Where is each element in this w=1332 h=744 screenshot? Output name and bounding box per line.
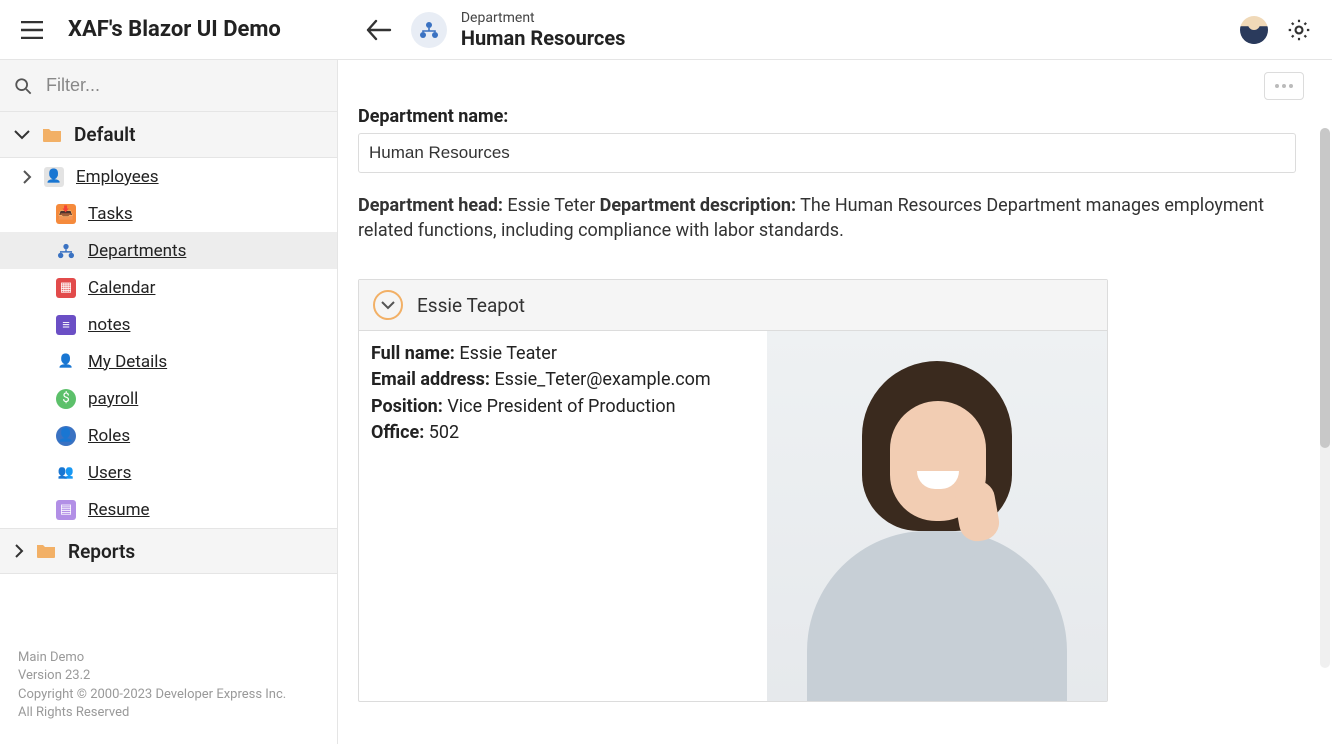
settings-button[interactable] xyxy=(1286,17,1312,43)
group-reports[interactable]: Reports xyxy=(0,528,337,574)
hamburger-button[interactable] xyxy=(14,12,50,48)
payroll-icon: $ xyxy=(56,389,76,409)
footer-line: Main Demo xyxy=(18,649,319,667)
departments-icon xyxy=(56,241,76,261)
depthead-value: Essie Teter xyxy=(507,195,595,216)
employee-photo xyxy=(767,331,1107,701)
position-label: Position: xyxy=(371,396,443,417)
position-value: Vice President of Production xyxy=(447,396,675,417)
sidebar-item-mydetails[interactable]: 👤 My Details xyxy=(0,343,337,380)
sidebar-item-label: Users xyxy=(88,463,131,483)
gear-icon xyxy=(1286,17,1312,43)
arrow-left-icon xyxy=(366,19,392,41)
employee-card-details: Full name: Essie Teater Email address: E… xyxy=(359,331,767,701)
deptname-input[interactable] xyxy=(358,133,1296,173)
sidebar-item-tasks[interactable]: 📥 Tasks xyxy=(0,195,337,232)
sidebar: Default 👤 Employees 📥 Tasks Departments … xyxy=(0,60,338,744)
filter-input[interactable] xyxy=(44,74,323,97)
office-value: 502 xyxy=(429,422,459,443)
sidebar-item-label: Resume xyxy=(88,500,150,520)
tasks-icon: 📥 xyxy=(56,204,76,224)
folder-icon xyxy=(36,543,56,559)
notes-icon: ≡ xyxy=(56,315,76,335)
sidebar-footer: Main Demo Version 23.2 Copyright © 2000-… xyxy=(0,631,337,744)
fullname-label: Full name: xyxy=(371,343,455,364)
mydetails-icon: 👤 xyxy=(56,352,76,372)
filter-row xyxy=(0,60,337,112)
search-icon xyxy=(14,76,32,96)
sidebar-item-label: Departments xyxy=(88,241,186,261)
sidebar-item-label: notes xyxy=(88,315,130,335)
hamburger-icon xyxy=(21,21,43,39)
email-value: Essie_Teter@example.com xyxy=(494,369,710,390)
footer-line: Copyright © 2000-2023 Developer Express … xyxy=(18,686,319,704)
resume-icon: ▤ xyxy=(56,500,76,520)
sidebar-item-label: Roles xyxy=(88,426,130,446)
scrollbar-thumb[interactable] xyxy=(1320,128,1330,448)
vertical-scrollbar[interactable] xyxy=(1320,128,1330,668)
sitemap-icon xyxy=(419,21,439,39)
calendar-icon: ▦ xyxy=(56,278,76,298)
folder-icon xyxy=(42,127,62,143)
sidebar-item-label: My Details xyxy=(88,352,167,372)
sidebar-item-label: Tasks xyxy=(88,204,133,224)
context-type: Department xyxy=(461,10,626,26)
user-avatar[interactable] xyxy=(1240,16,1268,44)
deptname-label: Department name: xyxy=(358,106,1304,127)
main-content: Department name: Department head: Essie … xyxy=(338,60,1332,744)
collapse-toggle[interactable] xyxy=(373,290,403,320)
fullname-value: Essie Teater xyxy=(459,343,557,364)
context-area: Department Human Resources xyxy=(361,10,626,50)
users-icon: 👥 xyxy=(56,463,76,483)
nav-list: 👤 Employees 📥 Tasks Departments ▦ Calend… xyxy=(0,158,337,528)
email-label: Email address: xyxy=(371,369,490,390)
sidebar-item-resume[interactable]: ▤ Resume xyxy=(0,491,337,528)
group-default[interactable]: Default xyxy=(0,112,337,158)
roles-icon: 👤 xyxy=(56,426,76,446)
employee-card-title: Essie Teapot xyxy=(417,294,525,317)
app-header: XAF's Blazor UI Demo Department Human Re… xyxy=(0,0,1332,60)
sidebar-item-payroll[interactable]: $ payroll xyxy=(0,380,337,417)
sidebar-item-users[interactable]: 👥 Users xyxy=(0,454,337,491)
deptdesc-label: Department description: xyxy=(600,195,796,216)
sidebar-item-label: payroll xyxy=(88,389,138,409)
more-actions-button[interactable] xyxy=(1264,72,1304,100)
employee-card: Essie Teapot Full name: Essie Teater Ema… xyxy=(358,279,1108,702)
employee-card-header[interactable]: Essie Teapot xyxy=(359,280,1107,331)
chevron-down-icon xyxy=(381,301,395,310)
sidebar-item-departments[interactable]: Departments xyxy=(0,232,337,269)
group-reports-label: Reports xyxy=(68,540,135,563)
chevron-down-icon xyxy=(14,130,30,140)
dept-meta: Department head: Essie Teter Department … xyxy=(358,193,1296,243)
sidebar-item-calendar[interactable]: ▦ Calendar xyxy=(0,269,337,306)
sidebar-item-label: Employees xyxy=(76,167,159,187)
group-default-label: Default xyxy=(74,123,135,146)
employees-icon: 👤 xyxy=(44,167,64,187)
sidebar-item-label: Calendar xyxy=(88,278,155,298)
context-title: Human Resources xyxy=(461,26,626,50)
sidebar-item-roles[interactable]: 👤 Roles xyxy=(0,417,337,454)
footer-line: Version 23.2 xyxy=(18,667,319,685)
depthead-label: Department head: xyxy=(358,195,503,216)
chevron-right-icon xyxy=(14,544,24,558)
footer-line: All Rights Reserved xyxy=(18,704,319,722)
sidebar-item-employees[interactable]: 👤 Employees xyxy=(0,158,337,195)
back-button[interactable] xyxy=(361,12,397,48)
app-title: XAF's Blazor UI Demo xyxy=(68,17,281,42)
context-icon xyxy=(411,12,447,48)
sidebar-item-notes[interactable]: ≡ notes xyxy=(0,306,337,343)
office-label: Office: xyxy=(371,422,424,443)
chevron-right-icon xyxy=(22,170,32,184)
